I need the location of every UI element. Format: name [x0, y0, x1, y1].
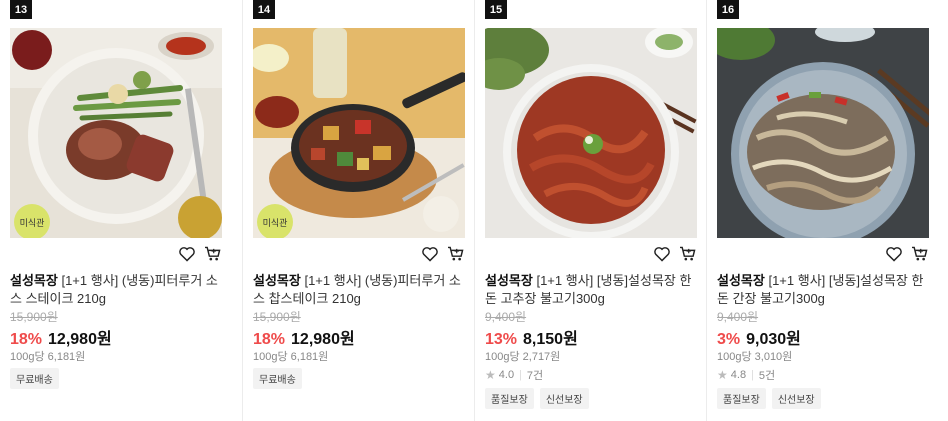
brand-name: 설성목장 [717, 273, 765, 288]
card-actions [717, 244, 929, 266]
rank-badge: 14 [253, 0, 275, 19]
tag-quality-guarantee: 품질보장 [717, 388, 766, 409]
tag-list: 품질보장 신선보장 [485, 388, 589, 409]
product-title[interactable]: 설성목장 [1+1 행사] [냉동]설성목장 한돈 고추장 불고기300g [485, 272, 699, 308]
rank-badge: 13 [10, 0, 32, 19]
unit-price: 100g당 2,717원 [485, 351, 561, 363]
product-grid: 13 미식관 설성목장 [1+1 행사] (냉동)피터루거 소스 스테이크 21… [0, 0, 948, 421]
heart-outline-icon[interactable] [178, 246, 196, 267]
discount-rate: 18% [10, 331, 43, 348]
tag-list: 무료배송 [253, 368, 302, 389]
original-price: 9,400원 [485, 310, 527, 324]
product-image[interactable]: 미식관 [10, 28, 222, 238]
tag-free-shipping: 무료배송 [253, 368, 302, 389]
product-card[interactable]: 16 설성목장 [1+1 행사] [냉동]설성목장 한돈 간장 불고기300g … [706, 0, 938, 421]
sale-price: 12,980원 [48, 331, 112, 348]
product-title[interactable]: 설성목장 [1+1 행사] (냉동)피터루거 소스 찹스테이크 210g [253, 272, 467, 308]
product-image[interactable] [717, 28, 929, 238]
tag-quality-guarantee: 품질보장 [485, 388, 534, 409]
discount-rate: 18% [253, 331, 286, 348]
review-count: 5건 [758, 370, 776, 382]
product-image[interactable]: 미식관 [253, 28, 465, 238]
rating-score: 4.8 [730, 369, 747, 381]
original-price: 15,900원 [253, 310, 301, 324]
discount-rate: 13% [485, 331, 518, 348]
heart-outline-icon[interactable] [421, 246, 439, 267]
tag-freshness-guarantee: 신선보장 [771, 388, 821, 409]
cart-icon[interactable] [447, 246, 465, 267]
product-image[interactable] [485, 28, 697, 238]
product-card[interactable]: 14 미식관 설성목장 [1+1 행사] (냉동)피터루거 소스 찹스테이크 2… [242, 0, 474, 421]
price-line: 18% 12,980원 [253, 325, 355, 348]
sale-price: 8,150원 [523, 331, 578, 348]
card-actions [10, 244, 222, 266]
cart-icon[interactable] [679, 246, 697, 267]
unit-price: 100g당 6,181원 [10, 351, 86, 363]
rank-badge: 16 [717, 0, 739, 19]
tag-free-shipping: 무료배송 [10, 368, 59, 389]
product-card[interactable]: 15 설성목장 [1+1 행사] [냉동]설성목장 한돈 고추장 불고기300g… [474, 0, 706, 421]
unit-price: 100g당 6,181원 [253, 351, 329, 363]
product-title[interactable]: 설성목장 [1+1 행사] [냉동]설성목장 한돈 간장 불고기300g [717, 272, 931, 308]
tag-list: 무료배송 [10, 368, 59, 389]
card-actions [485, 244, 697, 266]
original-price: 15,900원 [10, 310, 58, 324]
sale-price: 9,030원 [746, 331, 801, 348]
review-count: 7건 [526, 370, 544, 382]
price-line: 18% 12,980원 [10, 325, 112, 348]
discount-rate: 3% [717, 331, 741, 348]
product-card[interactable]: 13 미식관 설성목장 [1+1 행사] (냉동)피터루거 소스 스테이크 21… [0, 0, 232, 421]
divider: | [519, 369, 522, 381]
product-title[interactable]: 설성목장 [1+1 행사] (냉동)피터루거 소스 스테이크 210g [10, 272, 224, 308]
rating-score: 4.0 [498, 369, 515, 381]
card-actions [253, 244, 465, 266]
cart-icon[interactable] [204, 246, 222, 267]
sale-price: 12,980원 [291, 331, 355, 348]
tag-freshness-guarantee: 신선보장 [539, 388, 589, 409]
brand-name: 설성목장 [485, 273, 533, 288]
brand-name: 설성목장 [10, 273, 58, 288]
cart-icon[interactable] [911, 246, 929, 267]
heart-outline-icon[interactable] [885, 246, 903, 267]
star-icon: ★ [717, 368, 728, 382]
heart-outline-icon[interactable] [653, 246, 671, 267]
rating[interactable]: ★ 4.8 | 5건 [717, 367, 775, 383]
star-icon: ★ [485, 368, 496, 382]
rating[interactable]: ★ 4.0 | 7건 [485, 367, 543, 383]
unit-price: 100g당 3,010원 [717, 351, 793, 363]
category-badge: 미식관 [257, 204, 293, 238]
tag-list: 품질보장 신선보장 [717, 388, 821, 409]
rank-badge: 15 [485, 0, 507, 19]
divider: | [751, 369, 754, 381]
price-line: 3% 9,030원 [717, 325, 801, 348]
price-line: 13% 8,150원 [485, 325, 578, 348]
brand-name: 설성목장 [253, 273, 301, 288]
category-badge: 미식관 [14, 204, 50, 238]
original-price: 9,400원 [717, 310, 759, 324]
